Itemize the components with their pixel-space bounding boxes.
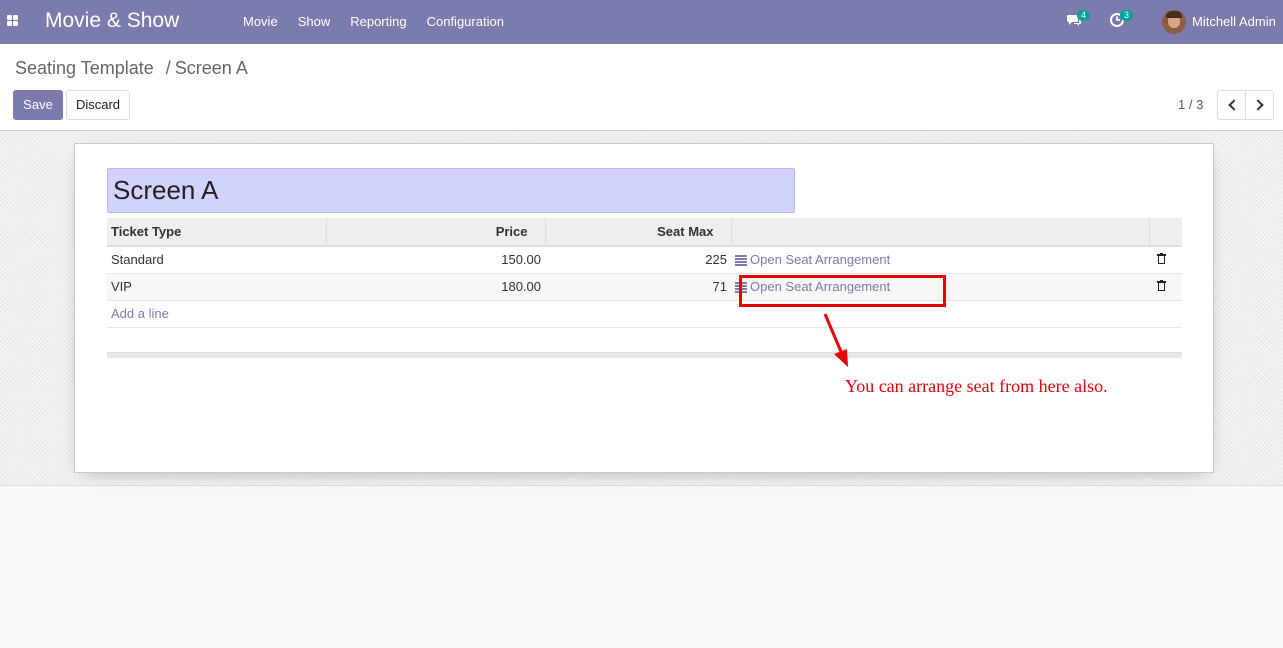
activities-count-badge: 3 bbox=[1120, 10, 1134, 21]
cell-price[interactable]: 150.00 bbox=[326, 246, 545, 274]
breadcrumb-current: Screen A bbox=[174, 58, 248, 78]
list-icon bbox=[735, 255, 747, 266]
discard-button[interactable]: Discard bbox=[66, 90, 130, 120]
menu-item-configuration[interactable]: Configuration bbox=[417, 0, 514, 44]
chevron-left-icon bbox=[1228, 99, 1240, 111]
annotation-arrow-icon bbox=[823, 313, 848, 367]
annotation-highlight-box bbox=[739, 275, 946, 307]
trash-icon[interactable] bbox=[1157, 280, 1166, 291]
app-brand[interactable]: Movie & Show bbox=[45, 9, 179, 33]
add-a-line-link[interactable]: Add a line bbox=[111, 306, 169, 321]
activities-button[interactable]: 3 bbox=[1109, 10, 1134, 31]
save-button[interactable]: Save bbox=[13, 90, 63, 120]
cell-seat-max[interactable]: 225 bbox=[545, 246, 731, 274]
cell-action: Open Seat Arrangement bbox=[731, 246, 1149, 274]
column-header-action bbox=[731, 218, 1150, 247]
table-footer-bar bbox=[107, 352, 1182, 358]
cell-ticket-type[interactable]: Standard bbox=[107, 246, 326, 274]
pager-value[interactable]: 1 / 3 bbox=[1178, 97, 1203, 112]
cell-delete bbox=[1149, 273, 1182, 301]
annotation-text: You can arrange seat from here also. bbox=[845, 376, 1108, 396]
table-header-row: Ticket Type Price Seat Max bbox=[107, 218, 1182, 247]
trash-icon[interactable] bbox=[1157, 253, 1166, 265]
add-line-row: Add a line bbox=[107, 300, 1182, 328]
form-sheet: Screen A Ticket Type Price Seat Max Stan… bbox=[74, 143, 1214, 473]
control-panel: Seating Template / Screen A Save Discard 1… bbox=[0, 44, 1283, 131]
cell-ticket-type[interactable]: VIP bbox=[107, 273, 326, 301]
messages-count-badge: 4 bbox=[1077, 10, 1091, 21]
user-name[interactable]: Mitchell Admin bbox=[1192, 14, 1276, 29]
cell-seat-max[interactable]: 71 bbox=[545, 273, 731, 301]
cell-delete bbox=[1149, 246, 1182, 274]
column-header-delete bbox=[1149, 218, 1182, 247]
menu-item-reporting[interactable]: Reporting bbox=[340, 0, 416, 44]
table-row[interactable]: VIP 180.00 71 Open Seat Arrangement bbox=[107, 273, 1182, 301]
user-avatar[interactable] bbox=[1162, 10, 1186, 34]
table-row[interactable]: Standard 150.00 225 Open Seat Arrangemen… bbox=[107, 246, 1182, 274]
breadcrumb-separator: / bbox=[165, 58, 171, 78]
top-navbar: Movie & Show Movie Show Reporting Config… bbox=[0, 0, 1283, 44]
menu-item-show[interactable]: Show bbox=[288, 0, 341, 44]
breadcrumb: Seating Template / Screen A bbox=[15, 58, 248, 79]
column-header-ticket-type[interactable]: Ticket Type bbox=[107, 218, 327, 247]
pager-previous-button[interactable] bbox=[1217, 90, 1246, 120]
open-seat-arrangement-button[interactable]: Open Seat Arrangement bbox=[735, 252, 890, 267]
column-header-seat-max[interactable]: Seat Max bbox=[545, 218, 732, 247]
chevron-right-icon bbox=[1252, 99, 1264, 111]
messages-button[interactable]: 4 bbox=[1066, 10, 1091, 31]
pager-next-button[interactable] bbox=[1245, 90, 1274, 120]
open-seat-arrangement-label: Open Seat Arrangement bbox=[750, 252, 891, 268]
column-header-price[interactable]: Price bbox=[326, 218, 546, 247]
breadcrumb-parent-link[interactable]: Seating Template bbox=[15, 58, 154, 78]
ticket-lines-table: Ticket Type Price Seat Max Standard 150.… bbox=[107, 218, 1182, 328]
main-menu: Movie Show Reporting Configuration bbox=[233, 0, 514, 44]
menu-item-movie[interactable]: Movie bbox=[233, 0, 288, 44]
cell-price[interactable]: 180.00 bbox=[326, 273, 545, 301]
template-name-field[interactable]: Screen A bbox=[107, 168, 795, 213]
apps-menu-icon[interactable] bbox=[7, 15, 19, 27]
